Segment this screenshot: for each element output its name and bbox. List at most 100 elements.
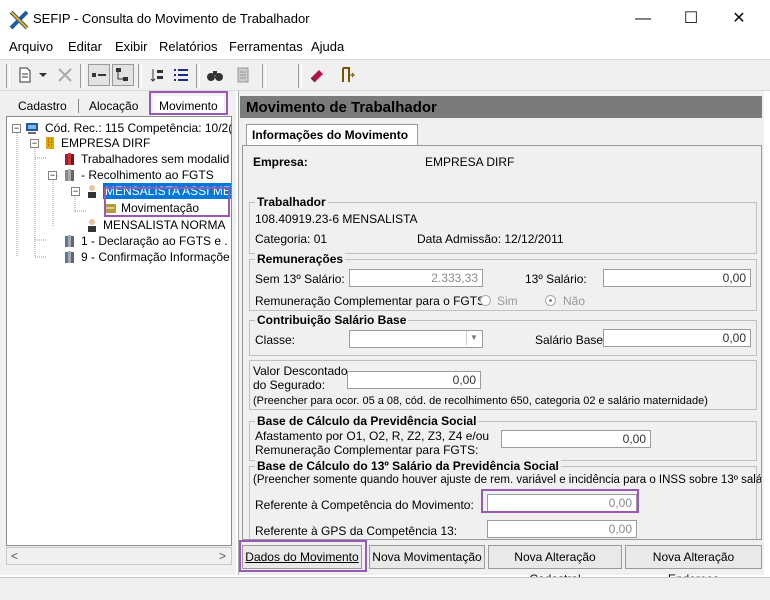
maximize-button[interactable]: ☐: [668, 4, 714, 34]
sort-icon[interactable]: [146, 64, 168, 86]
panel-title: Movimento de Trabalhador: [240, 96, 762, 118]
tab-informacoes-movimento[interactable]: Informações do Movimento: [246, 124, 418, 146]
scroll-left-arrow-icon[interactable]: <: [11, 549, 18, 563]
title-bar: SEFIP - Consulta do Movimento de Trabalh…: [0, 0, 770, 38]
tree-node-mensalista-normal[interactable]: MENSALISTA NORMA: [103, 217, 225, 233]
tab-cadastro[interactable]: Cadastro: [12, 96, 73, 116]
calculator-icon[interactable]: [232, 64, 254, 86]
menu-bar: Arquivo Editar Exibir Relatórios Ferrame…: [0, 38, 770, 58]
base-prev-label-2: Remuneração Complementar para FGTS:: [255, 443, 479, 457]
tree-node-workers-no-mod[interactable]: Trabalhadores sem modalid: [81, 151, 229, 167]
tree-expander[interactable]: −: [71, 187, 80, 196]
dec13-label: 13º Salário:: [525, 272, 587, 286]
details-list-icon[interactable]: [170, 64, 192, 86]
base-13-gps-field[interactable]: 0,00: [487, 520, 637, 538]
salbase-field[interactable]: 0,00: [603, 329, 751, 347]
new-document-icon[interactable]: [14, 64, 36, 86]
base-prev-field[interactable]: 0,00: [501, 430, 651, 448]
tree-node-declaracao[interactable]: 1 - Declaração ao FGTS e .: [81, 233, 228, 249]
empresa-value: EMPRESA DIRF: [425, 155, 515, 169]
toolbar-separator: [138, 64, 142, 88]
books-red-icon: [65, 153, 74, 165]
trabalhador-admissao: Data Admissão: 12/12/2011: [417, 232, 564, 246]
tree-expander[interactable]: −: [30, 139, 39, 148]
trabalhador-categoria: Categoria: 01: [255, 232, 328, 246]
tab-movimento[interactable]: Movimento: [153, 96, 224, 116]
desconto-note: (Preencher para ocor. 05 a 08, cód. de r…: [253, 395, 708, 407]
tree-view[interactable]: − Cód. Rec.: 115 Competência: 10/2( − EM…: [6, 116, 232, 546]
menu-exibir[interactable]: Exibir: [115, 39, 148, 54]
trabalhador-title: Trabalhador: [255, 195, 328, 209]
binoculars-icon[interactable]: [204, 64, 226, 86]
trabalhador-id: 108.40919.23-6 MENSALISTA: [255, 212, 418, 226]
status-bar: [0, 577, 770, 600]
radio-sim-label: Sim: [497, 294, 518, 308]
toolbar-separator: [298, 64, 302, 88]
exit-door-icon[interactable]: [336, 64, 358, 86]
base-13-title: Base de Cálculo do 13º Salário da Previd…: [255, 459, 561, 473]
empresa-label: Empresa:: [253, 155, 308, 169]
base-13-ref-label: Referente à Competência do Movimento:: [255, 498, 474, 512]
dropdown-arrow-icon[interactable]: [36, 64, 50, 86]
tree-view-icon[interactable]: [112, 64, 134, 86]
desconto-field[interactable]: 0,00: [347, 371, 481, 389]
tab-divider: [149, 99, 150, 113]
books-gray-icon: [65, 169, 74, 181]
dec13-field[interactable]: 0,00: [603, 269, 751, 287]
tree-horizontal-scrollbar[interactable]: < >: [6, 547, 232, 565]
close-button[interactable]: ✕: [716, 4, 762, 34]
trabalhador-group: [249, 202, 757, 254]
dados-movimento-button[interactable]: Dados do Movimento: [242, 545, 362, 569]
minimize-button[interactable]: —: [620, 4, 666, 34]
movement-icon: [104, 204, 116, 213]
sem13-field[interactable]: 2.333,33: [349, 269, 483, 287]
toolbar-separator: [262, 64, 266, 88]
tree-node-movimentacao[interactable]: Movimentação: [121, 200, 199, 216]
books-gray-icon: [65, 251, 74, 263]
base-13-note: (Preencher somente quando houver ajuste …: [253, 474, 762, 486]
scroll-right-arrow-icon[interactable]: >: [219, 549, 226, 563]
tab-alocacao[interactable]: Alocação: [83, 96, 145, 116]
radio-nao-label: Não: [563, 294, 586, 308]
tab-divider: [78, 99, 79, 113]
compl-fgts-label: Remuneração Complementar para o FGTS:: [255, 294, 489, 308]
tree-expander[interactable]: −: [48, 171, 57, 180]
tree-node-recolhimento[interactable]: - Recolhimento ao FGTS: [81, 167, 214, 183]
menu-relatorios[interactable]: Relatórios: [159, 39, 218, 54]
list-view-icon[interactable]: [88, 64, 110, 86]
toolbar-separator: [6, 64, 10, 88]
base-prev-label-1: Afastamento por O1, O2, R, Z2, Z3, Z4 e/…: [255, 429, 490, 443]
radio-sim[interactable]: [480, 295, 491, 306]
book-icon[interactable]: [306, 64, 328, 86]
tree-node-company[interactable]: EMPRESA DIRF: [61, 135, 150, 151]
classe-label: Classe:: [255, 333, 296, 347]
toolbar-separator: [196, 64, 200, 88]
base-prev-title: Base de Cálculo da Previdência Social: [255, 414, 479, 428]
base-13-gps-label: Referente à GPS da Competência 13:: [255, 524, 458, 538]
menu-arquivo[interactable]: Arquivo: [9, 39, 53, 54]
tree-node-root[interactable]: Cód. Rec.: 115 Competência: 10/2(: [45, 120, 231, 136]
chevron-down-icon[interactable]: ▼: [466, 331, 481, 345]
remuneracoes-title: Remunerações: [255, 252, 346, 266]
tree-expander[interactable]: −: [12, 124, 21, 133]
books-gray-icon: [65, 235, 74, 247]
building-icon: [46, 137, 54, 149]
menu-ajuda[interactable]: Ajuda: [311, 39, 344, 54]
window-title: SEFIP - Consulta do Movimento de Trabalh…: [33, 11, 310, 26]
base-13-ref-field[interactable]: 0,00: [487, 494, 637, 512]
menu-ferramentas[interactable]: Ferramentas: [229, 39, 303, 54]
tree-node-mensalista-assi[interactable]: MENSALISTA ASSI ME: [103, 183, 231, 199]
nova-movimentacao-button[interactable]: Nova Movimentação: [369, 545, 485, 569]
tree-node-confirmacao[interactable]: 9 - Confirmação Informaçõe: [81, 249, 230, 265]
person-icon: [88, 219, 96, 232]
classe-select[interactable]: [349, 330, 483, 348]
computer-icon: [26, 123, 38, 134]
nova-alteracao-cadastral-button[interactable]: Nova Alteração Cadastral: [488, 545, 622, 586]
nova-alteracao-endereco-button[interactable]: Nova Alteração Endereço: [625, 545, 762, 586]
delete-x-icon[interactable]: [54, 64, 76, 86]
toolbar-separator: [80, 64, 84, 88]
contribuicao-title: Contribuição Salário Base: [255, 313, 409, 327]
menu-editar[interactable]: Editar: [68, 39, 102, 54]
sefip-x-icon: [9, 10, 29, 30]
radio-nao[interactable]: [545, 295, 556, 306]
